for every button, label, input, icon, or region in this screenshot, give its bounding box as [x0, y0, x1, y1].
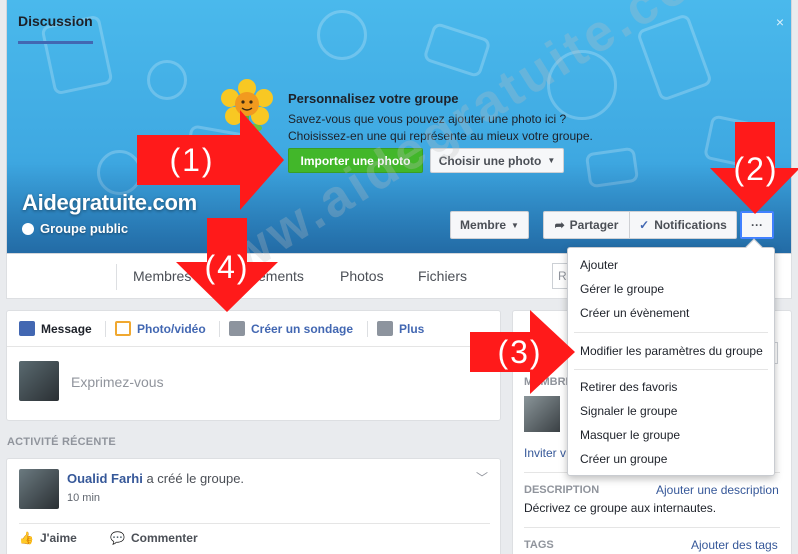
description-text: Décrivez ce groupe aux internautes. — [524, 501, 717, 515]
tab-members[interactable]: Membres — [133, 254, 191, 298]
personalize-title: Personnalisez votre groupe — [288, 91, 459, 106]
add-tags-link[interactable]: Ajouter des tags — [691, 538, 778, 552]
personalize-text-1: Savez-vous que vous pouvez ajouter une p… — [288, 112, 567, 126]
comment-icon: 💬 — [110, 531, 125, 545]
nav-divider — [116, 264, 117, 290]
menu-item-create-event[interactable]: Créer un évènement — [580, 306, 689, 320]
member-button[interactable]: Membre ▼ — [450, 211, 529, 239]
import-photo-button[interactable]: Importer une photo — [288, 148, 423, 173]
avatar[interactable] — [19, 361, 59, 401]
post-timestamp[interactable]: 10 min — [67, 492, 100, 504]
more-icon: ··· — [751, 218, 763, 232]
invite-link[interactable]: Inviter v — [524, 446, 566, 460]
tab-divider — [105, 321, 106, 337]
more-icon — [377, 321, 393, 336]
tab-discussion[interactable]: Discussion — [18, 0, 93, 44]
check-icon: ✓ — [639, 218, 650, 232]
poll-icon — [229, 321, 245, 336]
composer-tab-message[interactable]: Message — [19, 321, 92, 336]
composer: Message Photo/vidéo Créer un sondage Plu… — [6, 310, 501, 421]
members-label: MEMBRE — [524, 376, 573, 388]
choose-photo-button[interactable]: Choisir une photo ▼ — [430, 148, 564, 173]
avatar[interactable] — [524, 396, 560, 432]
thumbs-up-icon: 👍 — [19, 531, 34, 545]
notifications-button[interactable]: ✓ Notifications — [629, 211, 737, 239]
menu-item-edit-settings[interactable]: Modifier les paramètres du groupe — [580, 344, 763, 358]
close-icon[interactable]: × — [776, 14, 784, 30]
tab-divider — [219, 321, 220, 337]
recent-activity-label: ACTIVITÉ RÉCENTE — [7, 436, 116, 448]
post-action: a créé le groupe. — [146, 471, 245, 486]
caret-down-icon: ▼ — [547, 156, 556, 165]
composer-input[interactable]: Exprimez-vous — [71, 374, 164, 390]
menu-item-remove-favorites[interactable]: Retirer des favoris — [580, 380, 677, 394]
personalize-text-2: Choisissez-en une qui représente au mieu… — [288, 129, 593, 143]
menu-item-manage-group[interactable]: Gérer le groupe — [580, 282, 664, 296]
add-description-link[interactable]: Ajouter une description — [656, 483, 779, 497]
post-author[interactable]: Oualid Farhi — [67, 471, 143, 486]
tab-files[interactable]: Fichiers — [418, 254, 467, 298]
caret-down-icon: ▼ — [511, 220, 519, 230]
group-name[interactable]: Aidegratuite.com — [22, 190, 197, 216]
menu-divider — [574, 332, 768, 333]
menu-item-add[interactable]: Ajouter — [580, 258, 618, 272]
post: Oualid Farhi a créé le groupe. 10 min ﹀ … — [6, 458, 501, 554]
divider — [19, 523, 490, 524]
globe-icon — [22, 222, 34, 235]
divider — [524, 527, 780, 528]
tab-events[interactable]: ements — [258, 254, 304, 298]
photo-icon — [115, 321, 131, 336]
comment-button[interactable]: 💬 Commenter — [110, 531, 198, 545]
group-type: Groupe public — [22, 221, 128, 236]
composer-tab-photo[interactable]: Photo/vidéo — [115, 321, 206, 336]
flower-icon — [221, 79, 273, 134]
menu-item-report-group[interactable]: Signaler le groupe — [580, 404, 677, 418]
post-header: Oualid Farhi a créé le groupe. — [67, 471, 244, 486]
more-options-button[interactable]: ··· — [740, 211, 774, 239]
share-icon: ➦ — [554, 218, 565, 232]
description-label: DESCRIPTION — [524, 484, 600, 496]
tab-photos[interactable]: Photos — [340, 254, 384, 298]
tab-divider — [367, 321, 368, 337]
menu-item-create-group[interactable]: Créer un groupe — [580, 452, 667, 466]
composer-tab-poll[interactable]: Créer un sondage — [229, 321, 353, 336]
like-button[interactable]: 👍 J'aime — [19, 531, 77, 545]
composer-tab-more[interactable]: Plus — [377, 321, 424, 336]
chevron-down-icon[interactable]: ﹀ — [476, 469, 488, 486]
menu-item-hide-group[interactable]: Masquer le groupe — [580, 428, 680, 442]
share-button[interactable]: ➦ Partager — [543, 211, 629, 239]
tags-label: TAGS — [524, 539, 554, 551]
avatar[interactable] — [19, 469, 59, 509]
menu-divider — [574, 369, 768, 370]
pencil-icon — [19, 321, 35, 336]
